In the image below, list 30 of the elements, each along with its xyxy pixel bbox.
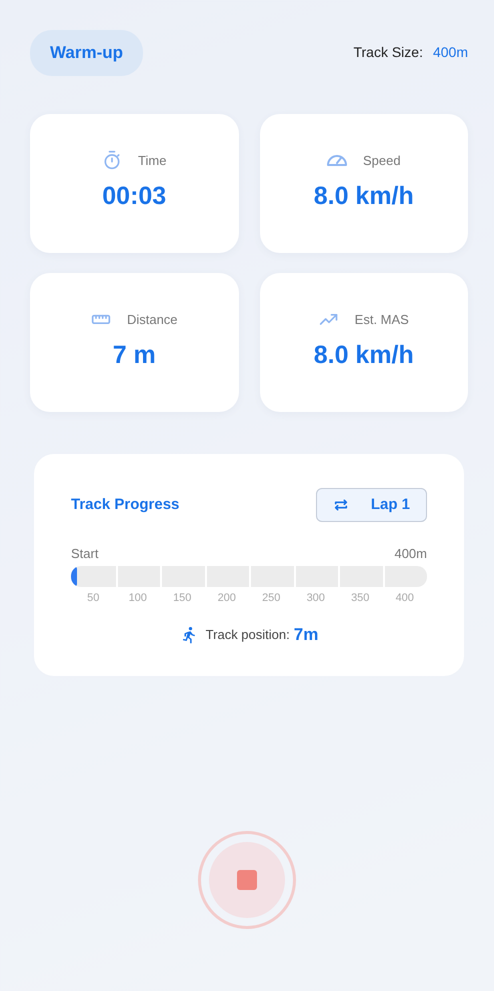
- lap-button[interactable]: Lap 1: [316, 488, 427, 522]
- stat-value: 00:03: [102, 181, 166, 212]
- stopwatch-icon: [102, 150, 122, 170]
- stat-label: Est. MAS: [354, 310, 409, 328]
- stat-value: 8.0 km/h: [314, 340, 414, 372]
- stop-button[interactable]: [198, 831, 296, 929]
- stat-label: Speed: [362, 152, 401, 170]
- track-size-label: Track Size:: [353, 43, 423, 62]
- stat-label: Distance: [126, 310, 178, 328]
- stat-label: Time: [138, 152, 166, 170]
- tick-label: 150: [172, 590, 192, 606]
- tick-label: 200: [216, 590, 237, 606]
- start-label: Start: [71, 545, 98, 563]
- repeat-icon: [332, 496, 349, 513]
- track-size-value: 400m: [432, 43, 468, 62]
- tick-label: 50: [86, 590, 100, 606]
- tick-label: 250: [261, 590, 282, 606]
- position-value: 7m: [294, 624, 318, 646]
- stat-value: 8.0 km/h: [314, 181, 414, 212]
- mode-button[interactable]: Warm-up: [30, 30, 144, 76]
- stat-value: 7 m: [112, 340, 156, 372]
- tick-label: 400: [394, 590, 415, 606]
- tick-label: 100: [128, 590, 148, 606]
- stop-icon: [237, 870, 257, 890]
- tick-label: 350: [350, 590, 370, 606]
- end-label: 400m: [394, 545, 427, 563]
- position-label: Track position:: [206, 626, 290, 644]
- progress-title: Track Progress: [71, 494, 180, 514]
- tick-label: 300: [306, 590, 326, 606]
- gauge-icon: [326, 154, 347, 166]
